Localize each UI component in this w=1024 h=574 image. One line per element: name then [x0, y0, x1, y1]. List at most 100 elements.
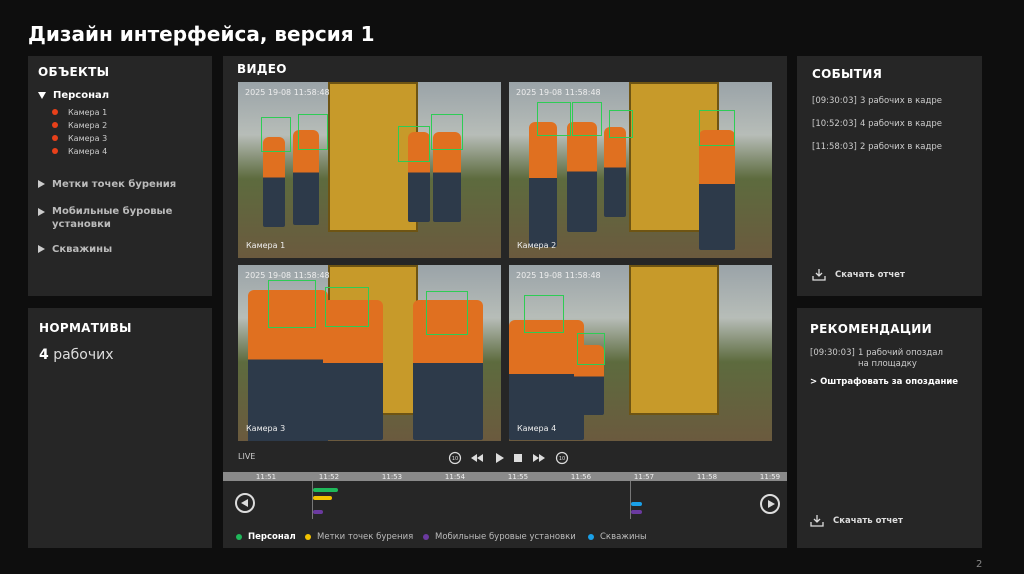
fine-action-link[interactable]: > Оштрафовать за опоздание: [810, 377, 958, 387]
play-button[interactable]: [496, 453, 504, 463]
caret-right-icon: [38, 208, 45, 216]
timeline-tick: 11:58: [696, 473, 718, 481]
camera-feed-2[interactable]: 2025 19-08 11:58:48 Камера 2: [509, 82, 772, 258]
timeline-tick: 11:53: [381, 473, 403, 481]
fast-forward-button[interactable]: [533, 454, 545, 462]
detection-box: [609, 110, 633, 138]
event-time: [09:30:03]: [812, 96, 857, 106]
timeline-tick: 11:54: [444, 473, 466, 481]
feed-timestamp: 2025 19-08 11:58:48: [245, 88, 330, 97]
event-time: [10:52:03]: [812, 119, 857, 129]
caret-right-icon: [38, 245, 45, 253]
timeline-bar-rigs[interactable]: [631, 510, 642, 514]
objects-title: ОБЪЕКТЫ: [38, 65, 110, 79]
detection-box: [325, 287, 369, 327]
worker-image: [699, 130, 735, 250]
detection-box: [537, 102, 571, 136]
legend-item[interactable]: Метки точек бурения: [305, 532, 413, 542]
rec-time: [09:30:03]: [810, 348, 855, 358]
events-download-button[interactable]: Скачать отчет: [812, 268, 905, 281]
legend-item[interactable]: Мобильные буровые установки: [423, 532, 576, 542]
rec-text-line: на площадку: [858, 359, 917, 369]
download-icon: [812, 269, 826, 281]
camera-label: Камера 4: [68, 147, 108, 156]
worker-image: [529, 122, 557, 247]
status-dot-icon: [52, 135, 58, 141]
feed-label: Камера 1: [246, 241, 286, 250]
item-label: Мобильные буровые установки: [52, 206, 173, 230]
norms-title: НОРМАТИВЫ: [39, 321, 132, 335]
legend-item[interactable]: Скважины: [588, 532, 647, 542]
detection-box: [298, 114, 328, 150]
drilling-rig-image: [629, 265, 719, 415]
legend-label: Мобильные буровые установки: [435, 532, 576, 542]
stop-button[interactable]: [514, 454, 522, 462]
worker-image: [604, 127, 626, 217]
detection-box: [572, 102, 602, 136]
camera-item-2[interactable]: Камера 2: [52, 121, 107, 130]
feed-label: Камера 4: [517, 424, 557, 433]
legend-label: Персонал: [248, 532, 296, 542]
camera-label: Камера 3: [68, 134, 108, 143]
feed-timestamp: 2025 19-08 11:58:48: [245, 271, 330, 280]
norms-value: 4 рабочих: [39, 347, 114, 363]
camera-feed-1[interactable]: 2025 19-08 11:58:48 Камера 1: [238, 82, 501, 258]
camera-item-3[interactable]: Камера 3: [52, 134, 107, 143]
camera-item-4[interactable]: Камера 4: [52, 147, 107, 156]
arrow-left-icon: [241, 499, 248, 507]
feed-label: Камера 2: [517, 241, 557, 250]
recommendations-panel: РЕКОМЕНДАЦИИ: [797, 308, 982, 548]
timeline-prev-button[interactable]: [235, 493, 255, 513]
tree-item-personnel[interactable]: Персонал: [38, 90, 109, 101]
legend-dot-icon: [423, 533, 429, 540]
personnel-label: Персонал: [53, 90, 110, 101]
forward-10-button[interactable]: 10: [555, 451, 569, 465]
legend-item[interactable]: Персонал: [236, 532, 296, 542]
rec-text: 1 рабочий опоздал на площадку: [858, 348, 943, 370]
event-time: [11:58:03]: [812, 142, 857, 152]
detection-box: [268, 280, 316, 328]
timeline-bar-personnel[interactable]: [313, 488, 338, 492]
events-panel: СОБЫТИЯ: [797, 56, 982, 296]
event-text: 2 рабочих в кадре: [860, 142, 942, 152]
status-dot-icon: [52, 148, 58, 154]
events-title: СОБЫТИЯ: [812, 67, 883, 81]
tree-item-mobile-rigs[interactable]: Мобильные буровые установки: [38, 205, 188, 231]
rewind-10-button[interactable]: 10: [448, 451, 462, 465]
tree-item-drill-marks[interactable]: Метки точек бурения: [38, 179, 176, 190]
feed-label: Камера 3: [246, 424, 286, 433]
detection-box: [398, 126, 430, 162]
camera-feed-3[interactable]: 2025 19-08 11:58:48 Камера 3: [238, 265, 501, 441]
page-title: Дизайн интерфейса, версия 1: [28, 22, 375, 46]
recs-title: РЕКОМЕНДАЦИИ: [810, 322, 932, 336]
timeline-bar-wells[interactable]: [631, 502, 642, 506]
timeline-bar-drill-marks[interactable]: [313, 496, 332, 500]
event-item[interactable]: [11:58:03] 2 рабочих в кадре: [812, 142, 942, 152]
arrow-right-icon: [768, 500, 775, 508]
rec-text-line: 1 рабочий опоздал: [858, 348, 943, 358]
norms-unit: рабочих: [48, 347, 114, 363]
event-item[interactable]: [09:30:03] 3 рабочих в кадре: [812, 96, 942, 106]
detection-box: [261, 117, 291, 152]
timeline-tick: 11:51: [255, 473, 277, 481]
svg-text:10: 10: [559, 456, 565, 462]
camera-label: Камера 1: [68, 108, 108, 117]
event-item[interactable]: [10:52:03] 4 рабочих в кадре: [812, 119, 942, 129]
playback-controls: 10 10: [448, 450, 569, 465]
norms-count: 4: [39, 347, 49, 363]
status-dot-icon: [52, 122, 58, 128]
camera-item-1[interactable]: Камера 1: [52, 108, 107, 117]
caret-down-icon: [38, 91, 46, 99]
timeline-tick: 11:57: [633, 473, 655, 481]
timeline-bar-rigs[interactable]: [313, 510, 323, 514]
recs-download-button[interactable]: Скачать отчет: [810, 514, 903, 527]
timeline-tick: 11:55: [507, 473, 529, 481]
rewind-button[interactable]: [471, 454, 483, 462]
camera-feed-4[interactable]: 2025 19-08 11:58:48 Камера 4: [509, 265, 772, 441]
timeline-next-button[interactable]: [760, 494, 780, 514]
camera-label: Камера 2: [68, 121, 108, 130]
page-number: 2: [976, 559, 983, 570]
event-text: 3 рабочих в кадре: [860, 96, 942, 106]
tree-item-wells[interactable]: Скважины: [38, 244, 112, 255]
caret-right-icon: [38, 180, 45, 188]
